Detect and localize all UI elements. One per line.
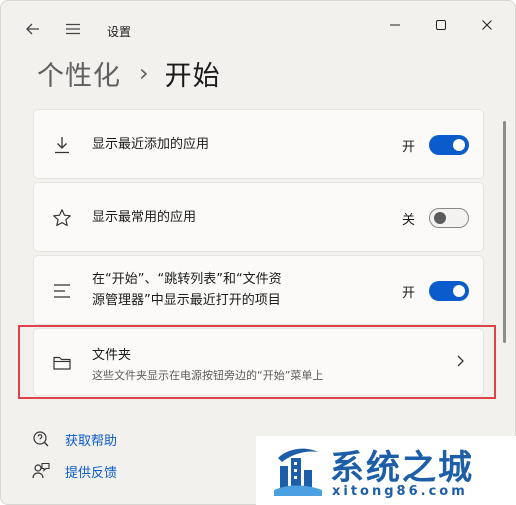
settings-window: 设置 个性化 › 开始 显示最近添加的应用 开 显示最常用的应用 关 在“开始”… [0,0,516,505]
title-bar: 设置 [1,1,515,53]
setting-recently-opened-items[interactable]: 在“开始”、“跳转列表”和“文件资 源管理器”中显示最近打开的项目 开 [33,255,484,325]
toggle-knob [434,212,446,224]
star-icon [50,206,74,230]
get-help-link[interactable]: 获取帮助 [31,429,117,449]
minimize-button[interactable] [381,13,409,37]
building-logo-icon [274,444,322,496]
setting-recently-added-apps[interactable]: 显示最近添加的应用 开 [33,109,484,179]
minimize-icon [390,24,400,26]
watermark-title: 系统之城 [330,448,474,488]
page-title: 开始 [164,60,221,92]
hamburger-menu-icon[interactable] [61,17,85,41]
list-icon [50,279,74,303]
setting-label-line2: 源管理器”中显示最近打开的项目 [92,293,281,308]
get-help-label[interactable]: 获取帮助 [65,430,117,449]
site-watermark-logo: 系统之城 xitong86.com [256,436,516,505]
toggle-knob [453,139,465,151]
scrollbar[interactable] [503,121,506,343]
download-icon [50,133,74,157]
setting-most-used-apps[interactable]: 显示最常用的应用 关 [33,182,484,252]
give-feedback-link[interactable]: 提供反馈 [31,461,117,481]
feedback-icon [31,461,51,481]
help-icon [31,429,51,449]
close-button[interactable] [473,13,501,37]
setting-label: 显示最常用的应用 [92,210,197,225]
breadcrumb-parent[interactable]: 个性化 [37,54,121,93]
window-title: 设置 [107,25,132,39]
toggle-knob [453,285,465,297]
toggle-switch[interactable] [429,281,469,301]
close-icon [482,20,492,30]
toggle-state-text: 关 [402,213,416,228]
highlight-box [18,325,496,399]
back-arrow-icon[interactable] [21,17,45,41]
toggle-switch[interactable] [429,208,469,228]
toggle-state-text: 开 [402,140,416,155]
breadcrumb: 个性化 › 开始 [37,53,221,93]
maximize-button[interactable] [427,13,455,37]
setting-label-line1: 在“开始”、“跳转列表”和“文件资 [92,272,282,287]
maximize-icon [436,20,446,30]
toggle-switch[interactable] [429,135,469,155]
breadcrumb-separator: › [139,59,149,87]
watermark-url: xitong86.com [332,484,468,499]
toggle-state-text: 开 [402,286,416,301]
give-feedback-label[interactable]: 提供反馈 [65,462,117,481]
setting-label: 显示最近添加的应用 [92,137,210,152]
